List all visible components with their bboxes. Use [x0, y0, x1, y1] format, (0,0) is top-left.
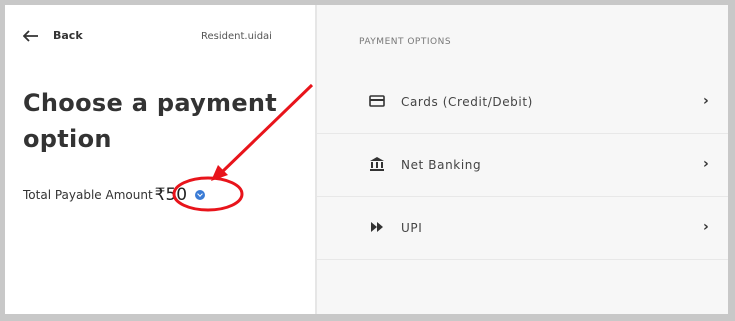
chevron-right-icon: › [703, 93, 709, 109]
option-label: Net Banking [401, 158, 482, 172]
option-label: Cards (Credit/Debit) [401, 95, 533, 109]
option-label: UPI [401, 221, 423, 235]
option-net-banking[interactable]: Net Banking › [317, 134, 728, 197]
chevron-right-icon: › [703, 219, 709, 235]
chevron-right-icon: › [703, 156, 709, 172]
merchant-name: Resident.uidai [201, 31, 272, 42]
payment-options-panel: PAYMENT OPTIONS Cards (Credit/Debit) › N… [317, 5, 728, 314]
amount-row: Total Payable Amount ₹50 [23, 185, 206, 205]
back-label: Back [53, 29, 83, 42]
card-icon [369, 93, 385, 109]
upi-icon [369, 219, 385, 235]
section-title: PAYMENT OPTIONS [359, 37, 452, 47]
amount-label: Total Payable Amount [23, 188, 153, 202]
amount-details-icon[interactable] [195, 190, 206, 200]
option-upi[interactable]: UPI › [317, 197, 728, 260]
option-cards[interactable]: Cards (Credit/Debit) › [317, 71, 728, 134]
payment-window: Back Resident.uidai Choose a payment opt… [5, 5, 728, 314]
amount-value: ₹50 [154, 185, 188, 205]
back-button[interactable]: Back [23, 29, 83, 42]
bank-icon [369, 156, 385, 172]
page-title: Choose a payment option [23, 89, 278, 153]
arrow-left-icon [23, 29, 39, 42]
summary-panel: Back Resident.uidai Choose a payment opt… [5, 5, 315, 314]
